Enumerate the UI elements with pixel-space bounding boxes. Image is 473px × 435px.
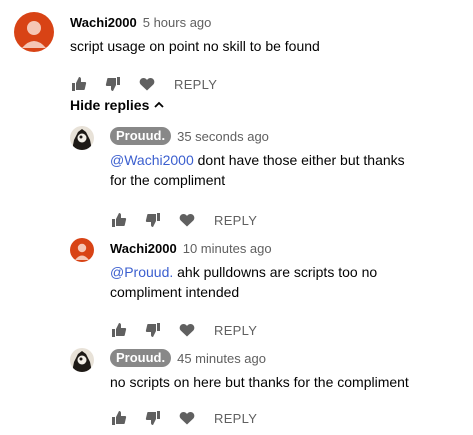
thumb-up-icon[interactable]: [110, 321, 128, 339]
reply-button[interactable]: REPLY: [174, 77, 217, 92]
avatar[interactable]: [14, 12, 54, 52]
comment-text: script usage on point no skill to be fou…: [70, 38, 320, 54]
reply-actions: REPLY: [110, 406, 430, 430]
author-badge[interactable]: Prouud.: [110, 127, 172, 145]
thumb-down-icon[interactable]: [144, 211, 162, 229]
reply-header: Prouud. 45 minutes ago: [110, 348, 430, 368]
author-name[interactable]: Wachi2000: [110, 241, 177, 256]
reply-actions: REPLY: [110, 208, 410, 232]
reply-header: Wachi2000 10 minutes ago: [110, 238, 410, 258]
reply-actions: REPLY: [110, 318, 410, 342]
heart-icon[interactable]: [138, 75, 156, 93]
heart-icon[interactable]: [178, 211, 196, 229]
comment-header: Wachi2000 5 hours ago: [70, 12, 390, 32]
timestamp[interactable]: 35 seconds ago: [177, 129, 269, 144]
heart-icon[interactable]: [178, 409, 196, 427]
reply-body: Wachi2000 10 minutes ago @Prouud. ahk pu…: [110, 238, 410, 342]
chevron-up-icon: [154, 101, 165, 108]
timestamp[interactable]: 45 minutes ago: [177, 351, 266, 366]
comment-body: Wachi2000 5 hours ago script usage on po…: [70, 12, 390, 96]
timestamp[interactable]: 10 minutes ago: [183, 241, 272, 256]
comment-thread-root: Wachi2000 5 hours ago script usage on po…: [14, 12, 390, 96]
reply-button[interactable]: REPLY: [214, 213, 257, 228]
avatar[interactable]: [70, 238, 94, 262]
reply-button[interactable]: REPLY: [214, 323, 257, 338]
thumb-up-icon[interactable]: [110, 211, 128, 229]
reply-text: @Prouud. ahk pulldowns are scripts too n…: [110, 262, 410, 302]
reply-text: @Wachi2000 dont have those either but th…: [110, 150, 410, 190]
thumb-up-icon[interactable]: [110, 409, 128, 427]
profile-picture-icon: [70, 126, 94, 150]
reply-body: Prouud. 45 minutes ago no scripts on her…: [110, 348, 430, 430]
avatar[interactable]: [70, 126, 94, 150]
comment-actions: REPLY: [70, 72, 390, 96]
timestamp[interactable]: 5 hours ago: [143, 15, 212, 30]
reply-item: Prouud. 35 seconds ago @Wachi2000 dont h…: [70, 126, 410, 232]
thumb-up-icon[interactable]: [70, 75, 88, 93]
reply-item: Prouud. 45 minutes ago no scripts on her…: [70, 348, 430, 430]
thumb-down-icon[interactable]: [144, 409, 162, 427]
author-name[interactable]: Wachi2000: [70, 15, 137, 30]
reply-header: Prouud. 35 seconds ago: [110, 126, 410, 146]
reply-item: Wachi2000 10 minutes ago @Prouud. ahk pu…: [70, 238, 410, 342]
mention-link[interactable]: @Wachi2000: [110, 152, 194, 168]
mention-link[interactable]: @Prouud.: [110, 264, 173, 280]
hide-replies-button[interactable]: Hide replies: [70, 97, 165, 113]
reply-body: Prouud. 35 seconds ago @Wachi2000 dont h…: [110, 126, 410, 232]
reply-text: no scripts on here but thanks for the co…: [110, 374, 409, 390]
thumb-down-icon[interactable]: [144, 321, 162, 339]
author-badge[interactable]: Prouud.: [110, 349, 172, 367]
profile-picture-icon: [70, 348, 94, 372]
heart-icon[interactable]: [178, 321, 196, 339]
reply-button[interactable]: REPLY: [214, 411, 257, 426]
default-avatar-icon: [70, 238, 94, 262]
hide-replies-label: Hide replies: [70, 97, 150, 113]
default-avatar-icon: [14, 12, 54, 52]
avatar[interactable]: [70, 348, 94, 372]
thumb-down-icon[interactable]: [104, 75, 122, 93]
